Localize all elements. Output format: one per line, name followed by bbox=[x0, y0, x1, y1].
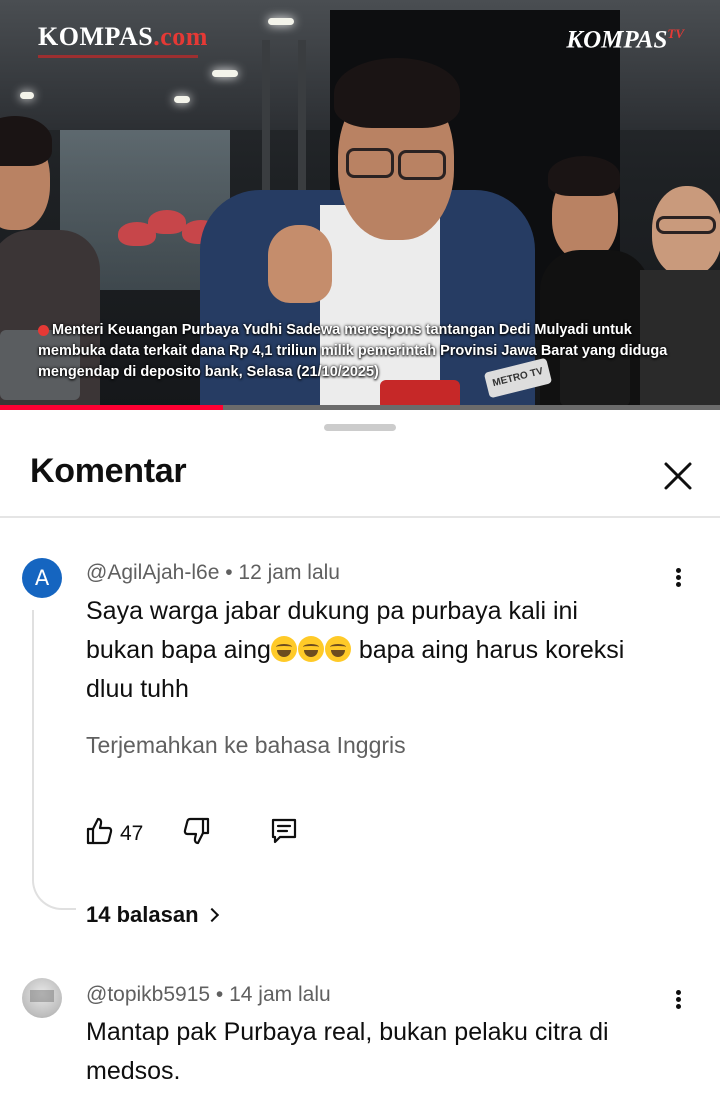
avatar[interactable] bbox=[22, 978, 62, 1018]
kompas-tv-logo: KOMPASTV bbox=[566, 26, 684, 54]
comment-text: Saya warga jabar dukung pa purbaya kali … bbox=[86, 592, 624, 709]
ceiling-light bbox=[20, 92, 34, 99]
video-player[interactable]: METRO TV KOMPAS.com KOMPASTV Menteri Keu… bbox=[0, 0, 720, 410]
reply-button[interactable] bbox=[269, 816, 299, 848]
meta-separator: • bbox=[215, 983, 230, 1006]
logo-right-main: KOMPAS bbox=[566, 26, 668, 54]
comment-time: 14 jam lalu bbox=[229, 983, 331, 1006]
speaker-hair bbox=[334, 58, 460, 128]
speaker-glasses bbox=[346, 148, 394, 178]
ceiling-light bbox=[212, 70, 238, 77]
comment-text-line: dluu tuhh bbox=[86, 675, 189, 703]
comment-text-line: Saya warga jabar dukung pa purbaya kali … bbox=[86, 597, 578, 625]
comments-sheet: Komentar A @AgilAjah-l6e • 12 jam lalu S… bbox=[0, 410, 720, 1104]
grinning-sweat-emoji-icon bbox=[297, 636, 324, 662]
drag-handle[interactable] bbox=[324, 424, 396, 431]
dislike-button[interactable] bbox=[182, 816, 212, 848]
close-icon bbox=[664, 462, 692, 490]
comment-text: Mantap pak Purbaya real, bukan pelaku ci… bbox=[86, 1013, 609, 1091]
speaker-glasses bbox=[398, 150, 446, 180]
grinning-sweat-emoji-icon bbox=[270, 636, 297, 662]
more-vertical-icon bbox=[666, 568, 690, 587]
avatar[interactable]: A bbox=[22, 558, 62, 598]
replies-label: 14 balasan bbox=[86, 902, 199, 927]
comment-more-button[interactable] bbox=[666, 988, 690, 1012]
translate-link[interactable]: Terjemahkan ke bahasa Inggris bbox=[86, 732, 406, 759]
speaker-hand bbox=[268, 225, 332, 303]
comment-meta: @topikb5915 • 14 jam lalu bbox=[86, 983, 331, 1007]
comment-meta: @AgilAjah-l6e • 12 jam lalu bbox=[86, 561, 340, 585]
comment-text-line: bukan bapa aing bapa aing harus koreksi bbox=[86, 631, 624, 670]
thumbs-down-icon bbox=[183, 817, 210, 845]
ceiling-light bbox=[174, 96, 190, 103]
logo-left-underline bbox=[38, 55, 198, 58]
comment-text-line: medsos. bbox=[86, 1057, 181, 1085]
comment-text-part: bukan bapa aing bbox=[86, 636, 271, 664]
caption-text: Menteri Keuangan Purbaya Yudhi Sadewa me… bbox=[38, 322, 668, 380]
video-caption: Menteri Keuangan Purbaya Yudhi Sadewa me… bbox=[38, 320, 698, 383]
logo-left-main: KOMPAS bbox=[38, 22, 154, 51]
header-divider bbox=[0, 516, 720, 518]
comment-time: 12 jam lalu bbox=[238, 561, 340, 584]
bystander-glasses bbox=[656, 216, 716, 234]
close-button[interactable] bbox=[656, 454, 700, 498]
comment-text-part: bapa aing harus koreksi bbox=[351, 636, 625, 664]
kompas-com-logo: KOMPAS.com bbox=[38, 22, 208, 58]
more-vertical-icon bbox=[666, 990, 690, 1009]
comment-more-button[interactable] bbox=[666, 566, 690, 590]
chevron-right-icon bbox=[204, 907, 219, 923]
meta-separator: • bbox=[225, 561, 239, 584]
like-button[interactable] bbox=[84, 816, 114, 848]
comment-author[interactable]: @AgilAjah-l6e bbox=[86, 561, 219, 584]
ceiling-light bbox=[268, 18, 294, 25]
comment-text-line: Mantap pak Purbaya real, bukan pelaku ci… bbox=[86, 1018, 609, 1046]
bystander-right-hair bbox=[548, 156, 620, 196]
comment-author[interactable]: @topikb5915 bbox=[86, 983, 210, 1006]
thumbs-up-icon bbox=[86, 817, 113, 845]
thread-connector bbox=[32, 610, 76, 910]
view-replies-button[interactable]: 14 balasan bbox=[86, 902, 219, 928]
grinning-sweat-emoji-icon bbox=[324, 636, 351, 662]
logo-right-suffix: TV bbox=[667, 26, 684, 41]
logo-left-suffix: .com bbox=[153, 22, 208, 51]
sheet-title: Komentar bbox=[30, 452, 187, 490]
caption-bullet-icon bbox=[38, 324, 49, 336]
like-count: 47 bbox=[120, 822, 144, 845]
comment-reply-icon bbox=[271, 818, 297, 844]
